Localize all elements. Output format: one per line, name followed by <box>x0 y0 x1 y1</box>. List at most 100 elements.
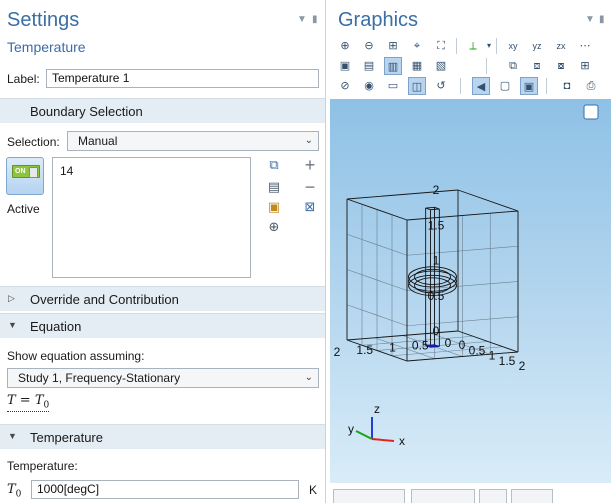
hide-icon[interactable]: ⊘ <box>336 77 354 95</box>
select-objects-icon[interactable]: ▣ <box>336 57 354 75</box>
z-tick-label: 2 <box>433 183 440 197</box>
clear-icon[interactable]: ⧈ <box>528 57 546 75</box>
label-caption: Label: <box>7 72 40 86</box>
x-tick-label: 1.5 <box>499 354 516 368</box>
pane-menu-icon[interactable]: ▼ <box>585 14 595 25</box>
section-title: Temperature <box>30 430 103 445</box>
zoom-selected-icon[interactable]: ⌖ <box>408 37 426 55</box>
expand-arrow-icon: ▷ <box>8 293 15 303</box>
geometry-scene[interactable]: 00.511.5200.511.52 0 0.5 1 1.5 2zxy <box>330 99 611 483</box>
active-toggle-button[interactable]: ON <box>6 157 44 195</box>
add-icon[interactable]: + <box>301 156 319 174</box>
x-tick-label: 0.5 <box>469 343 486 357</box>
selection-caption: Selection: <box>7 135 60 149</box>
selection-list[interactable]: 14 <box>52 157 251 278</box>
z-tick-label: 1.5 <box>428 218 445 232</box>
remove-icon[interactable]: − <box>301 178 319 196</box>
bottom-tab[interactable] <box>479 489 507 503</box>
rod-edge <box>425 206 435 209</box>
settings-title: Settings <box>7 9 80 31</box>
y-tick-label: 2 <box>334 345 341 359</box>
render-icon[interactable]: ◀ <box>472 77 490 95</box>
zoom-to-selection-icon[interactable]: ⊕ <box>265 218 283 236</box>
graphics-viewport[interactable]: 0 0.5 1 1.5 2 0 0.5 1 1.5 2 0 0.5 1 1.5 2 z x y <box>330 99 611 483</box>
clipboard-icon[interactable]: ▣ <box>265 198 283 216</box>
chevron-down-icon: ⌄ <box>304 372 313 383</box>
clear-selection-icon[interactable]: ⊠ <box>301 198 319 216</box>
triad-y-axis <box>355 430 373 440</box>
study-value: Study 1, Frequency-Stationary <box>18 371 181 385</box>
triad-z-label: z <box>374 402 380 416</box>
zoom-extents-icon[interactable]: ⛶ <box>432 37 450 55</box>
select-edges-icon[interactable]: ▦ <box>408 57 426 75</box>
pin-icon[interactable]: ▮ <box>312 14 318 25</box>
x-tick-label: 2 <box>519 359 526 373</box>
bottom-tab[interactable] <box>411 489 475 503</box>
camera-icon[interactable]: ◘ <box>558 77 576 95</box>
view-xy-icon[interactable]: xy <box>504 37 522 55</box>
create-selection-icon[interactable]: ⊞ <box>576 57 594 75</box>
z-tick-label: 0 <box>433 324 440 338</box>
section-temperature[interactable]: ▼ Temperature <box>0 424 325 449</box>
zoom-out-icon[interactable]: ⊖ <box>360 37 378 55</box>
view-yz-icon[interactable]: yz <box>528 37 546 55</box>
section-title: Equation <box>30 319 82 334</box>
box-edge <box>457 189 519 212</box>
lights-icon[interactable]: ▢ <box>496 77 514 95</box>
equation-display: T = T0 <box>7 393 50 412</box>
collapse-arrow-icon: ▼ <box>8 431 17 441</box>
invert-selection-icon[interactable]: ⧇ <box>552 57 570 75</box>
view-zx-icon[interactable]: zx <box>552 37 570 55</box>
settings-subtitle: Temperature <box>7 39 86 55</box>
t0-input[interactable]: 1000[degC] <box>31 480 299 499</box>
z-tick-label: 1 <box>433 254 440 268</box>
graphics-panel: Graphics ▼ ▮ ⊕ ⊖ ⊞ ⌖ ⛶ ⟂ ▾ xy yz zx ⋯ ▣ … <box>329 0 613 503</box>
t0-unit: K <box>309 483 318 497</box>
pane-menu-icon[interactable]: ▼ <box>297 14 307 25</box>
transparency-icon[interactable]: ▭ <box>384 77 402 95</box>
reset-view-icon[interactable]: ↺ <box>432 77 450 95</box>
x-tick-label: 1 <box>489 349 496 363</box>
paste-selection-icon[interactable]: ⧉ <box>265 156 283 174</box>
y-tick-label: 1 <box>389 341 396 355</box>
select-points-icon[interactable]: ▧ <box>432 57 450 75</box>
bottom-tab[interactable] <box>511 489 553 503</box>
section-override-contribution[interactable]: ▷ Override and Contribution <box>0 286 325 311</box>
triad-y-label: y <box>348 422 354 436</box>
on-switch-icon: ON <box>12 165 40 178</box>
select-all-icon[interactable]: ⧉ <box>504 57 522 75</box>
collapse-arrow-icon: ▼ <box>8 320 17 330</box>
select-boundaries-icon[interactable]: ▥ <box>384 57 402 75</box>
rod-edge <box>430 208 440 211</box>
section-title: Override and Contribution <box>30 292 179 307</box>
wireframe-icon[interactable]: ◫ <box>408 77 426 95</box>
study-dropdown[interactable]: Study 1, Frequency-Stationary ⌄ <box>7 368 319 388</box>
zoom-box-icon[interactable]: ⊞ <box>384 37 402 55</box>
x-tick-label: 0 <box>459 338 466 352</box>
active-label: Active <box>7 202 40 216</box>
bottom-tab[interactable] <box>333 489 405 503</box>
list-item[interactable]: 14 <box>60 164 73 178</box>
grid-icon[interactable]: ▣ <box>520 77 538 95</box>
pin-icon[interactable]: ▮ <box>599 14 605 25</box>
graphics-title: Graphics <box>338 9 419 31</box>
triad-x-axis <box>371 438 395 442</box>
settings-panel: Settings Temperature ▼ ▮ Label: Temperat… <box>0 0 326 503</box>
bottom-tab-strip <box>329 485 613 503</box>
selection-value: Manual <box>78 134 118 148</box>
show-icon[interactable]: ◉ <box>360 77 378 95</box>
chevron-down-icon: ⌄ <box>304 135 313 146</box>
select-domains-icon[interactable]: ▤ <box>360 57 378 75</box>
section-equation[interactable]: ▼ Equation <box>0 313 325 338</box>
temperature-caption: Temperature: <box>7 459 78 473</box>
y-tick-label: 0 <box>445 336 452 350</box>
zoom-in-icon[interactable]: ⊕ <box>336 37 354 55</box>
selection-dropdown[interactable]: Manual ⌄ <box>67 131 319 151</box>
print-icon[interactable]: ⎙ <box>582 77 600 95</box>
section-boundary-selection[interactable]: Boundary Selection <box>0 98 325 123</box>
section-title: Boundary Selection <box>30 104 143 119</box>
label-input[interactable]: Temperature 1 <box>46 69 319 88</box>
copy-icon[interactable]: ▤ <box>265 178 283 196</box>
triad-x-label: x <box>399 434 405 448</box>
more-views-icon[interactable]: ⋯ <box>576 37 594 55</box>
